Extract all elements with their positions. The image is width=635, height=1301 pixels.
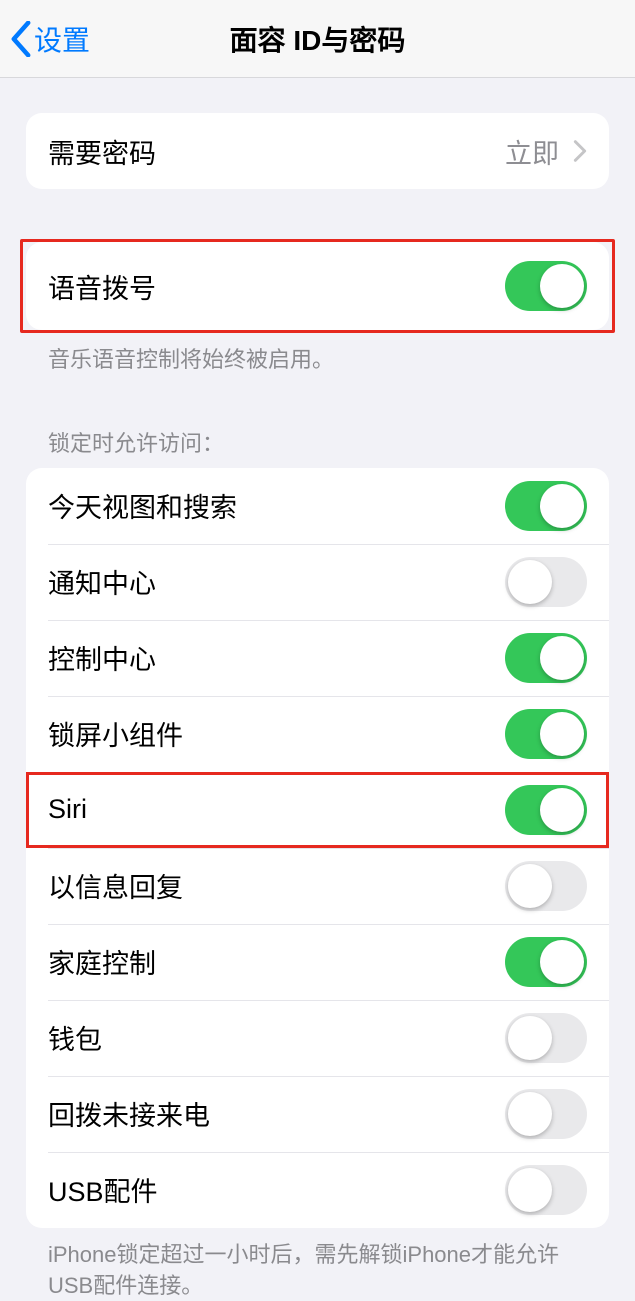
lock-access-row[interactable]: 控制中心 [26, 620, 609, 696]
lock-access-item-label: Siri [48, 794, 87, 825]
lock-access-item-label: 家庭控制 [48, 942, 156, 981]
lock-access-item-toggle[interactable] [505, 1013, 587, 1063]
lock-access-item-toggle[interactable] [505, 709, 587, 759]
lock-access-row[interactable]: 锁屏小组件 [26, 696, 609, 772]
voice-dial-group: 语音拨号 音乐语音控制将始终被启用。 [26, 239, 609, 376]
lock-access-item-label: 通知中心 [48, 562, 156, 601]
lock-access-row[interactable]: 钱包 [26, 1000, 609, 1076]
lock-access-item-toggle[interactable] [505, 861, 587, 911]
voice-dial-row[interactable]: 语音拨号 [26, 242, 609, 330]
lock-access-item-label: 今天视图和搜索 [48, 486, 237, 525]
toggle-knob [540, 636, 584, 680]
chevron-left-icon [10, 21, 32, 57]
lock-access-row[interactable]: 通知中心 [26, 544, 609, 620]
toggle-knob [508, 1092, 552, 1136]
lock-access-footer: iPhone锁定超过一小时后，需先解锁iPhone才能允许USB配件连接。 [26, 1228, 609, 1301]
content-area: 需要密码 立即 语音拨号 音乐语音控制将始终被启用。 [0, 113, 635, 1301]
require-passcode-label: 需要密码 [48, 132, 156, 171]
lock-access-item-toggle[interactable] [505, 633, 587, 683]
toggle-knob [508, 1168, 552, 1212]
voice-dial-label: 语音拨号 [48, 267, 156, 306]
toggle-knob [540, 940, 584, 984]
toggle-knob [508, 1016, 552, 1060]
voice-dial-toggle[interactable] [505, 261, 587, 311]
voice-dial-footer: 音乐语音控制将始终被启用。 [26, 333, 609, 376]
page-title: 面容 ID与密码 [230, 19, 406, 59]
lock-access-item-label: 控制中心 [48, 638, 156, 677]
lock-access-row[interactable]: 回拨未接来电 [26, 1076, 609, 1152]
toggle-knob [540, 484, 584, 528]
back-button[interactable]: 设置 [10, 19, 90, 59]
toggle-knob [540, 712, 584, 756]
toggle-knob [540, 264, 584, 308]
back-button-label: 设置 [34, 19, 90, 59]
lock-access-row[interactable]: 以信息回复 [26, 848, 609, 924]
lock-access-item-label: 回拨未接来电 [48, 1094, 210, 1133]
toggle-knob [540, 788, 584, 832]
lock-access-item-toggle[interactable] [505, 481, 587, 531]
lock-access-item-toggle[interactable] [505, 785, 587, 835]
toggle-knob [508, 864, 552, 908]
passcode-group: 需要密码 立即 [26, 113, 609, 189]
lock-access-item-toggle[interactable] [505, 557, 587, 607]
lock-access-group: 锁定时允许访问： 今天视图和搜索通知中心控制中心锁屏小组件 Siri 以信息回复家庭… [26, 426, 609, 1301]
lock-access-item-toggle[interactable] [505, 1089, 587, 1139]
voice-dial-highlight: 语音拨号 [20, 239, 615, 333]
toggle-knob [508, 560, 552, 604]
lock-access-row[interactable]: 今天视图和搜索 [26, 468, 609, 544]
lock-access-list: 今天视图和搜索通知中心控制中心锁屏小组件 Siri 以信息回复家庭控制钱包回拨未接来… [26, 468, 609, 1228]
require-passcode-value: 立即 [505, 132, 559, 171]
lock-access-row[interactable]: USB配件 [26, 1152, 609, 1228]
require-passcode-row[interactable]: 需要密码 立即 [26, 113, 609, 189]
lock-access-item-toggle[interactable] [505, 1165, 587, 1215]
lock-access-row[interactable]: 家庭控制 [26, 924, 609, 1000]
lock-access-item-toggle[interactable] [505, 937, 587, 987]
lock-access-item-label: 锁屏小组件 [48, 714, 183, 753]
lock-access-row[interactable]: Siri [26, 772, 609, 848]
nav-header: 设置 面容 ID与密码 [0, 0, 635, 78]
lock-access-item-label: USB配件 [48, 1170, 158, 1209]
lock-access-item-label: 钱包 [48, 1018, 102, 1057]
lock-access-header: 锁定时允许访问： [26, 426, 609, 468]
chevron-right-icon [573, 139, 587, 163]
lock-access-item-label: 以信息回复 [48, 866, 183, 905]
